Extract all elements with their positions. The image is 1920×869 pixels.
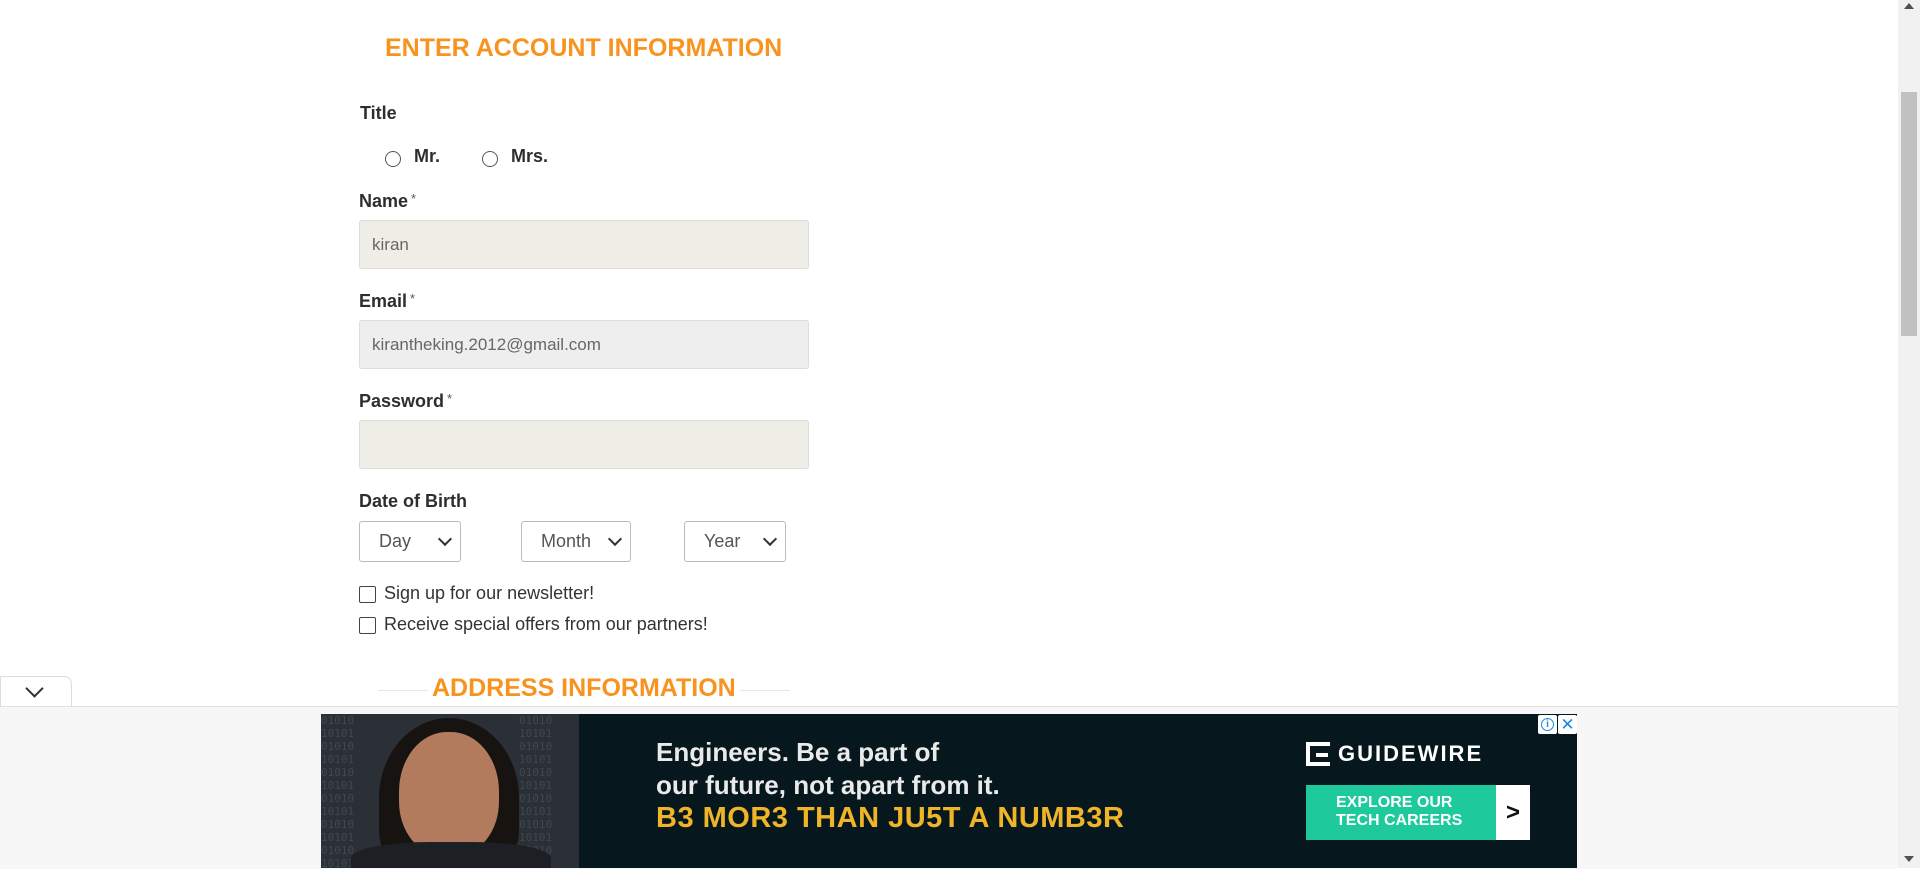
email-input[interactable]: kirantheking.2012@gmail.com — [359, 320, 809, 369]
newsletter-label[interactable]: Sign up for our newsletter! — [384, 583, 594, 604]
dob-label: Date of Birth — [359, 491, 467, 511]
ad-brand-logo: GUIDEWIRE — [1306, 741, 1483, 767]
dob-day-select[interactable]: Day — [359, 521, 461, 562]
required-mark: * — [411, 191, 417, 206]
ad-close-icon[interactable]: ✕ — [1558, 715, 1577, 734]
name-input[interactable]: kiran — [359, 220, 809, 269]
binary-pattern: 01010 10101 01010 10101 01010 10101 0101… — [519, 714, 553, 868]
offers-label[interactable]: Receive special offers from our partners… — [384, 614, 708, 635]
ad-brand-name: GUIDEWIRE — [1338, 741, 1484, 766]
scroll-up-icon[interactable] — [1904, 3, 1914, 9]
dob-year-select[interactable]: Year — [684, 521, 786, 562]
radio-mr-label[interactable]: Mr. — [414, 146, 440, 167]
ad-cta-label: EXPLORE OUR TECH CAREERS — [1336, 794, 1462, 830]
newsletter-checkbox[interactable] — [359, 586, 376, 603]
ad-headline-line2: our future, not apart from it. — [656, 770, 1000, 800]
email-label-text: Email — [359, 291, 408, 311]
offers-checkbox[interactable] — [359, 617, 376, 634]
scrollbar-thumb[interactable] — [1901, 92, 1917, 336]
advertisement-banner[interactable]: 01010 10101 01010 10101 01010 10101 0101… — [321, 714, 1577, 868]
dob-month-value: Month — [541, 531, 592, 551]
section-title-address: ADDRESS INFORMATION — [428, 674, 740, 703]
password-input[interactable] — [359, 420, 809, 469]
ad-headline-line1: Engineers. Be a part of — [656, 737, 940, 767]
ad-photo: 01010 10101 01010 10101 01010 10101 0101… — [321, 714, 579, 868]
password-label: Password * — [359, 391, 452, 412]
name-label-text: Name — [359, 191, 409, 211]
scroll-down-icon[interactable] — [1904, 856, 1914, 862]
name-label: Name * — [359, 191, 416, 212]
dob-year-value: Year — [704, 531, 741, 551]
ad-cta-button[interactable]: EXPLORE OUR TECH CAREERS > — [1306, 785, 1530, 840]
ad-headline: Engineers. Be a part of our future, not … — [656, 736, 1000, 802]
ad-cta-line1: EXPLORE OUR — [1336, 794, 1453, 811]
ad-tagline: B3 MOR3 THAN JU5T A NUMB3R — [656, 802, 1125, 834]
required-mark: * — [447, 391, 453, 406]
chevron-down-icon — [762, 531, 778, 547]
guidewire-logo-icon — [1306, 742, 1330, 766]
binary-pattern: 01010 10101 01010 10101 01010 10101 0101… — [321, 714, 355, 868]
dob-day-value: Day — [379, 531, 412, 551]
ad-person-face — [399, 732, 499, 856]
chevron-down-icon — [437, 531, 453, 547]
password-label-text: Password — [359, 391, 445, 411]
ad-info-icon[interactable]: i — [1538, 715, 1557, 734]
radio-mrs-label[interactable]: Mrs. — [511, 146, 548, 167]
dob-month-select[interactable]: Month — [521, 521, 631, 562]
required-mark: * — [410, 291, 416, 306]
chevron-down-icon — [607, 531, 623, 547]
info-glyph: i — [1541, 718, 1554, 731]
title-label: Title — [360, 103, 397, 123]
radio-mrs[interactable] — [482, 151, 498, 167]
radio-mr[interactable] — [385, 151, 401, 167]
ad-person-shirt — [351, 842, 551, 868]
arrow-right-icon[interactable]: > — [1496, 785, 1530, 840]
ad-cta-line2: TECH CAREERS — [1336, 812, 1463, 829]
section-title-account: ENTER ACCOUNT INFORMATION — [385, 34, 783, 62]
email-label: Email * — [359, 291, 415, 312]
